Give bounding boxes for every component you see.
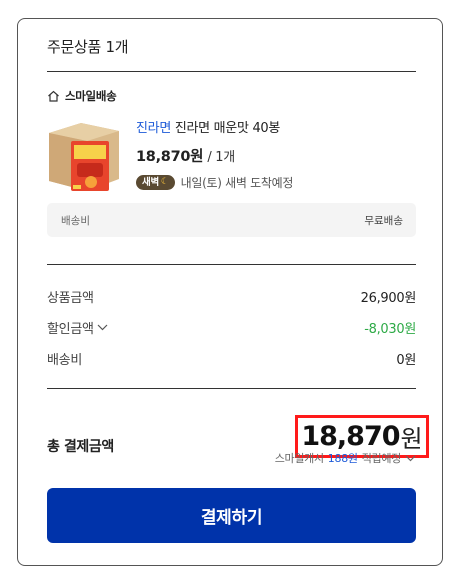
shipping-fee-label: 배송비: [61, 214, 90, 227]
divider: [47, 71, 416, 72]
points-prefix: 스마일캐시: [274, 452, 324, 465]
divider: [47, 388, 416, 389]
shipping-type: 스마일배송: [47, 88, 416, 104]
product-title[interactable]: 진라면 매운맛 40봉: [175, 121, 281, 136]
dawn-delivery-badge: 새벽 ☾: [136, 175, 175, 190]
order-title: 주문상품 1개: [47, 38, 129, 56]
shipping-type-label: 스마일배송: [65, 89, 117, 103]
product-amount-value: 26,900원: [360, 291, 417, 306]
total-unit: 원: [400, 425, 423, 453]
discount-row: 할인금액 -8,030원: [47, 318, 416, 337]
discount-label: 할인금액: [47, 322, 94, 337]
discount-value: -8,030원: [364, 322, 416, 337]
home-icon: [47, 90, 60, 102]
shipping-fee-value: 무료배송: [364, 214, 403, 227]
shipping-fee-box: 배송비 무료배송: [47, 203, 416, 237]
product-thumbnail[interactable]: [47, 119, 121, 193]
order-summary-card: 주문상품 1개 스마일배송 진라면 진라면 매운맛 40봉 18,870원 / …: [17, 18, 443, 566]
total-amount: 18,870: [301, 421, 400, 452]
product-price-amount: 18,870원: [136, 149, 204, 165]
shipping-label: 배송비: [47, 353, 82, 368]
divider: [47, 264, 416, 265]
badge-label: 새벽: [142, 177, 159, 188]
delivery-estimate: 새벽 ☾ 내일(토) 새벽 도착예정: [136, 174, 416, 191]
pay-button[interactable]: 결제하기: [47, 488, 416, 543]
discount-toggle[interactable]: 할인금액: [47, 318, 108, 337]
points-value: 188원: [327, 452, 358, 465]
chevron-down-icon: [405, 452, 416, 465]
chevron-down-icon: [97, 320, 108, 335]
shipping-value: 0원: [396, 353, 416, 368]
product-amount-label: 상품금액: [47, 291, 94, 306]
product-price: 18,870원 / 1개: [136, 145, 416, 166]
product-name[interactable]: 진라면 진라면 매운맛 40봉: [136, 117, 416, 136]
delivery-text: 내일(토) 새벽 도착예정: [180, 176, 294, 190]
points-info[interactable]: 스마일캐시 188원 적립예정: [47, 450, 416, 466]
moon-icon: ☾: [160, 177, 169, 187]
points-suffix: 적립예정: [361, 452, 402, 465]
product-brand[interactable]: 진라면: [136, 121, 171, 136]
shipping-row: 배송비 0원: [47, 349, 416, 368]
product-quantity: / 1개: [207, 150, 235, 165]
product-item: 진라면 진라면 매운맛 40봉 18,870원 / 1개 새벽 ☾ 내일(토) …: [47, 117, 416, 197]
product-amount-row: 상품금액 26,900원: [47, 287, 416, 306]
